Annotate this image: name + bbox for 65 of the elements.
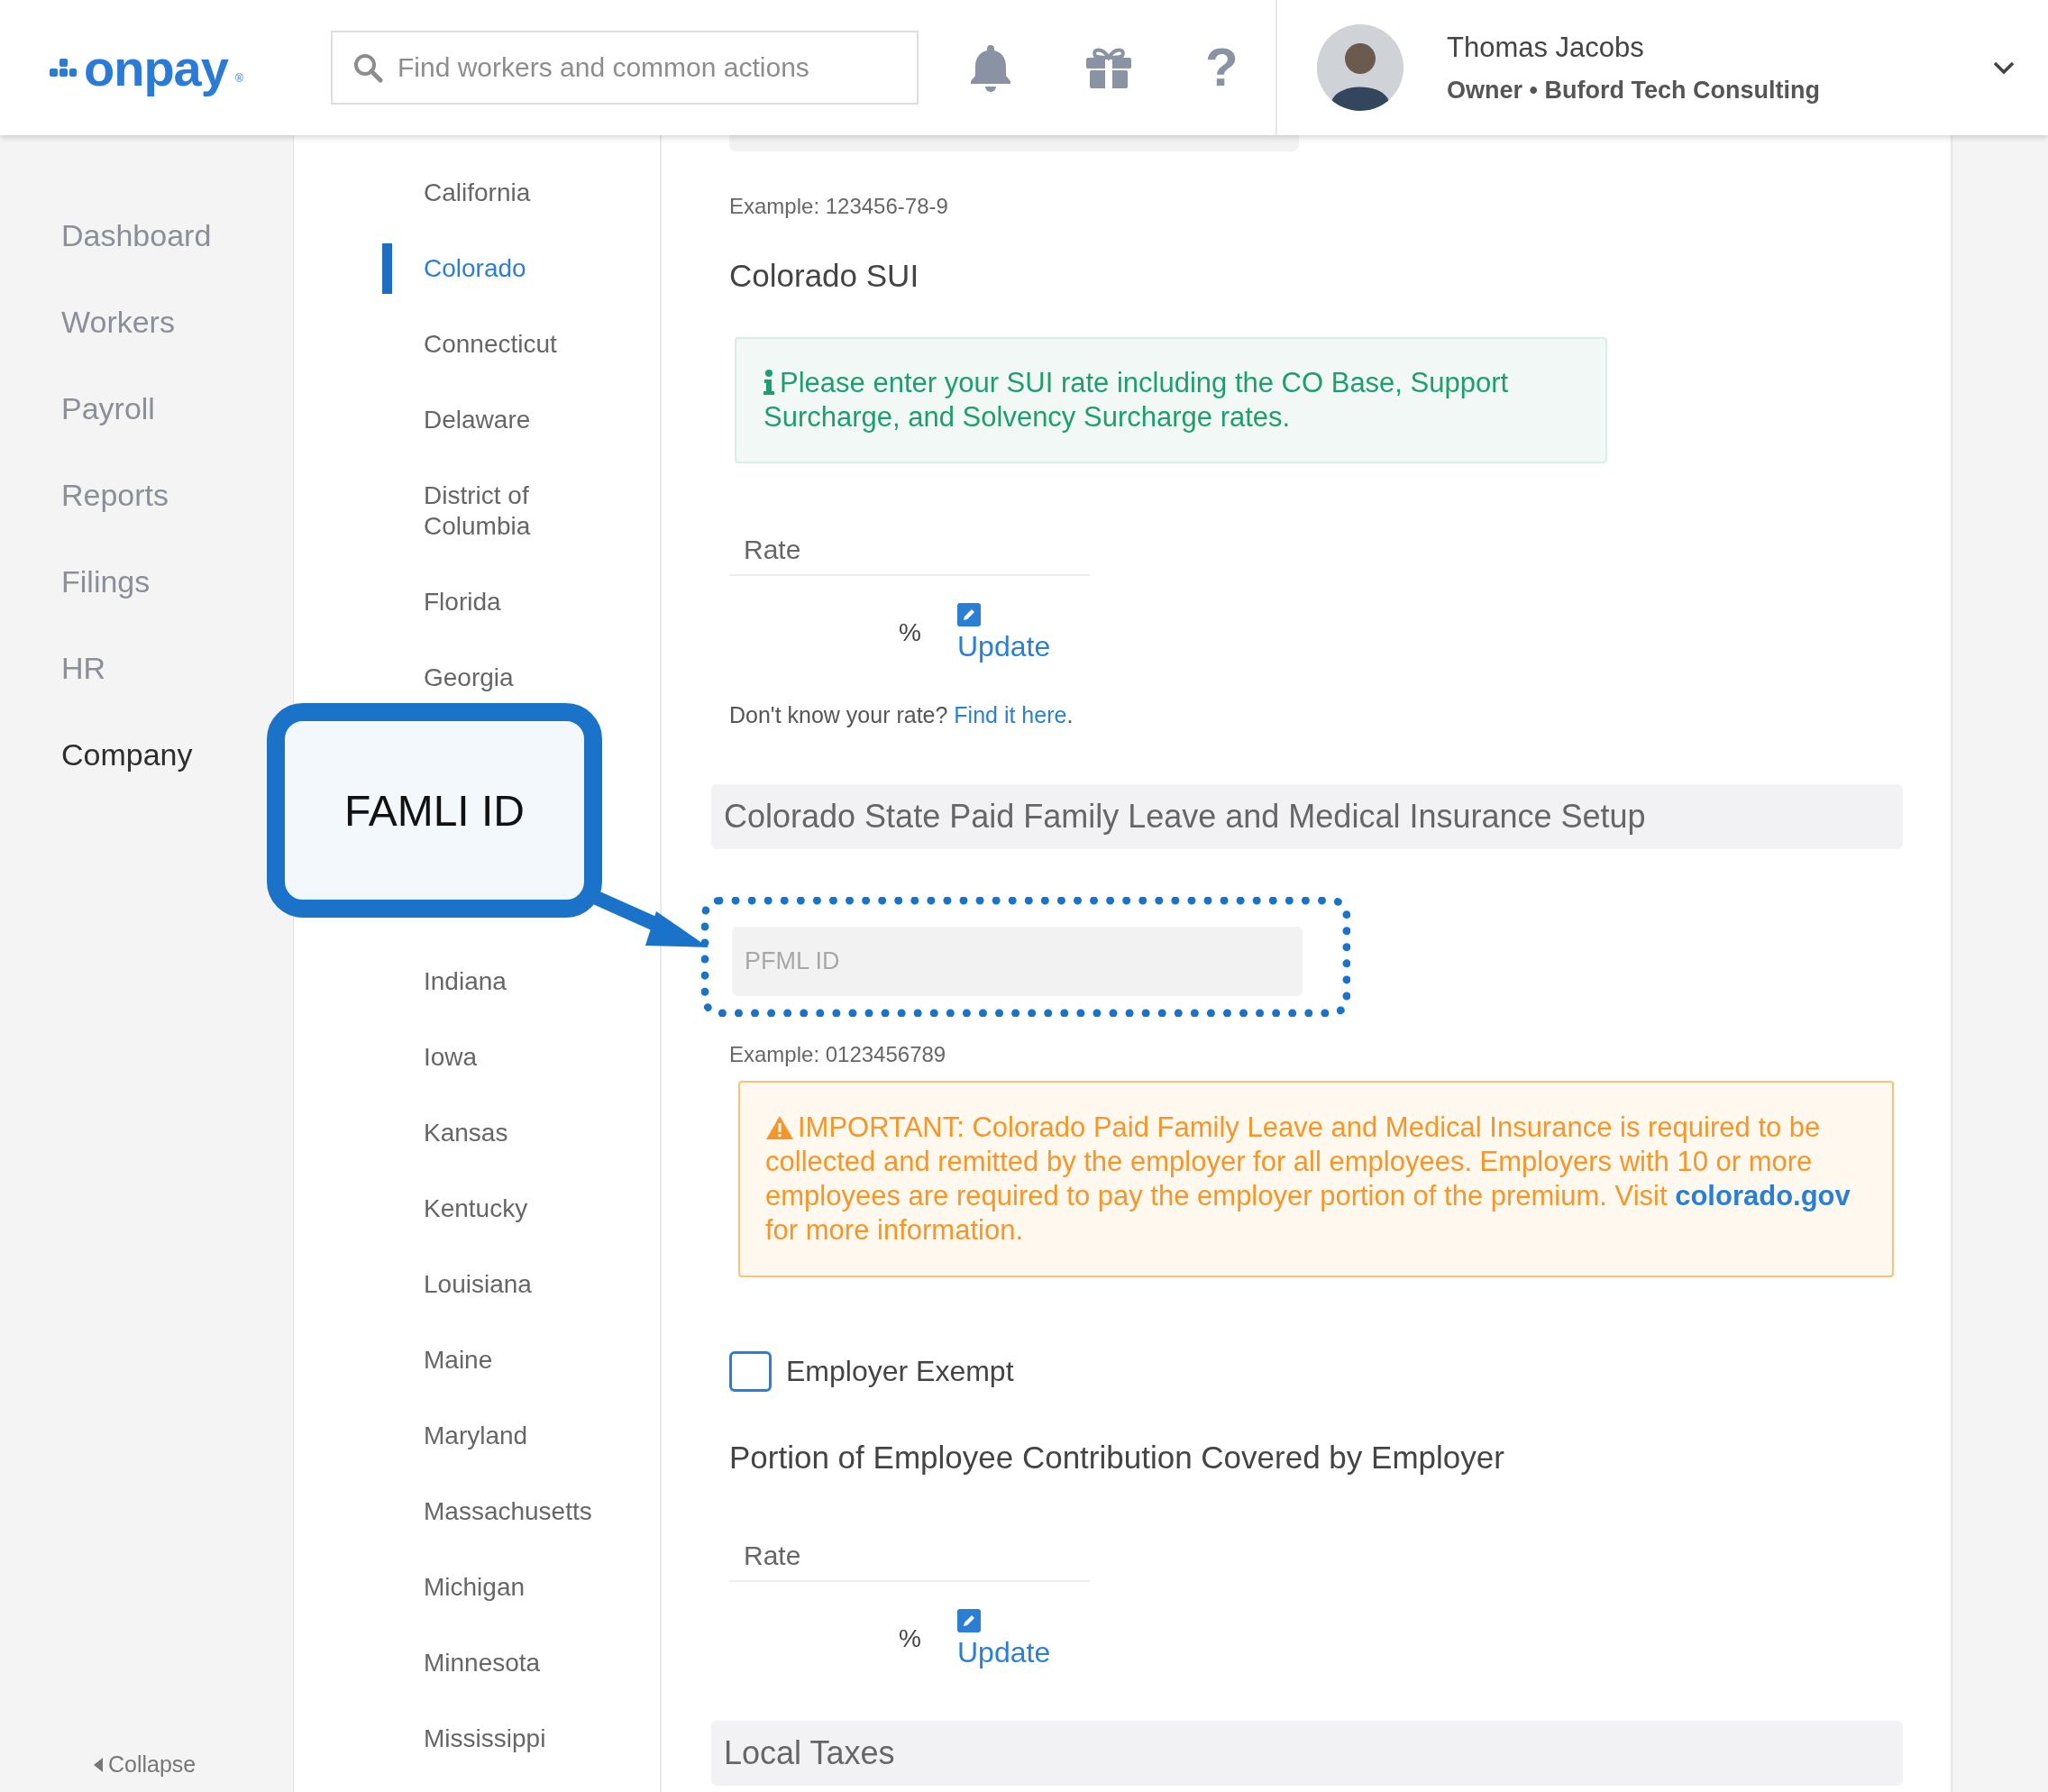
user-role: Owner • Buford Tech Consulting bbox=[1447, 76, 1821, 105]
avatar[interactable] bbox=[1317, 24, 1403, 111]
percent-sign: % bbox=[898, 1624, 922, 1653]
column-header: Rate bbox=[729, 534, 1090, 576]
state-nav-item[interactable]: Georgia bbox=[424, 663, 514, 693]
logo-icon bbox=[50, 58, 77, 78]
section-title: Colorado SUI bbox=[729, 257, 919, 295]
state-nav-item[interactable]: California bbox=[424, 178, 531, 208]
state-nav-item[interactable]: Indiana bbox=[424, 966, 507, 997]
info-message: Please enter your SUI rate including the CO Base, Support Surcharge, and Solvency Surcharge rates. bbox=[735, 337, 1607, 463]
section-header: Local Taxes bbox=[711, 1721, 1903, 1786]
percent-sign: % bbox=[898, 618, 922, 647]
update-link[interactable]: Update bbox=[957, 1635, 1051, 1669]
search-field[interactable]: Find workers and common actions bbox=[331, 31, 919, 105]
state-nav-item[interactable]: Maryland bbox=[424, 1421, 528, 1451]
nav-item[interactable]: Payroll bbox=[61, 365, 155, 452]
edit-icon[interactable] bbox=[957, 1608, 981, 1632]
bell-icon[interactable] bbox=[969, 43, 1012, 92]
help-text: Don't know your rate? Find it here. bbox=[729, 701, 1074, 728]
state-nav-item[interactable]: Louisiana bbox=[424, 1269, 532, 1300]
nav-item[interactable]: Filings bbox=[61, 538, 151, 625]
colorado-link[interactable]: colorado.gov bbox=[1675, 1180, 1851, 1211]
state-nav-item[interactable]: Massachusetts bbox=[424, 1496, 592, 1527]
nav-item[interactable]: Dashboard bbox=[61, 192, 212, 279]
logo-text[interactable]: onpay bbox=[84, 38, 228, 97]
state-nav-item[interactable]: Connecticut bbox=[424, 329, 557, 360]
registered-mark: ® bbox=[234, 71, 243, 85]
help-icon[interactable]: ? bbox=[1205, 41, 1239, 95]
search-icon bbox=[352, 52, 383, 83]
selected-indicator bbox=[382, 243, 392, 294]
warning-icon bbox=[765, 1115, 794, 1140]
nav-item[interactable]: Company bbox=[61, 711, 193, 798]
state-nav-item[interactable]: Kansas bbox=[424, 1118, 508, 1148]
nav-item[interactable]: Reports bbox=[61, 452, 169, 538]
state-nav-item[interactable]: Michigan bbox=[424, 1572, 526, 1603]
checkbox[interactable] bbox=[729, 1351, 772, 1392]
edit-icon[interactable] bbox=[957, 602, 981, 626]
state-nav-item[interactable]: Florida bbox=[424, 587, 501, 617]
state-nav-item[interactable]: District of Columbia bbox=[424, 480, 604, 542]
checkbox-label[interactable]: Employer Exempt bbox=[786, 1355, 1014, 1388]
find-link[interactable]: Find it here bbox=[954, 702, 1067, 727]
input-field[interactable] bbox=[729, 135, 1299, 151]
state-nav-item[interactable]: Mississippi bbox=[424, 1723, 546, 1754]
field-hint: Example: 123456-78-9 bbox=[729, 193, 948, 220]
info-icon bbox=[763, 370, 774, 395]
callout-label: FAMLI ID bbox=[267, 703, 602, 918]
input-field[interactable]: PFML ID bbox=[732, 927, 1303, 996]
field-hint: Example: 0123456789 bbox=[729, 1041, 946, 1068]
nav-item[interactable]: Workers bbox=[61, 279, 175, 365]
section-header: Colorado State Paid Family Leave and Medical Insurance Setup bbox=[711, 784, 1903, 849]
chevron-down-icon[interactable] bbox=[1992, 60, 2016, 75]
state-nav-item[interactable]: Kentucky bbox=[424, 1193, 528, 1224]
state-nav-item[interactable]: Iowa bbox=[424, 1042, 478, 1073]
state-nav-item[interactable]: Minnesota bbox=[424, 1648, 541, 1678]
user-name: Thomas Jacobs bbox=[1447, 31, 1645, 64]
state-nav-item[interactable]: Colorado bbox=[424, 253, 526, 284]
state-nav-item[interactable]: Delaware bbox=[424, 405, 531, 435]
update-link[interactable]: Update bbox=[957, 629, 1051, 663]
column-header: Rate bbox=[729, 1540, 1090, 1582]
state-nav-item[interactable]: Maine bbox=[424, 1345, 493, 1376]
section-title: Portion of Employee Contribution Covered by Employer bbox=[729, 1439, 1504, 1477]
nav-item[interactable]: HR bbox=[61, 625, 106, 711]
collapse-link[interactable]: Collapse bbox=[108, 1751, 197, 1778]
caret-left-icon[interactable] bbox=[94, 1757, 103, 1772]
warning-message: IMPORTANT: Colorado Paid Family Leave and Medical Insurance is required to be collected and remitted by the employer for all employees. Employers with 10 or more employees are required to pay the employer portion of the premium. Visit colorado.gov for more information. bbox=[738, 1081, 1894, 1277]
